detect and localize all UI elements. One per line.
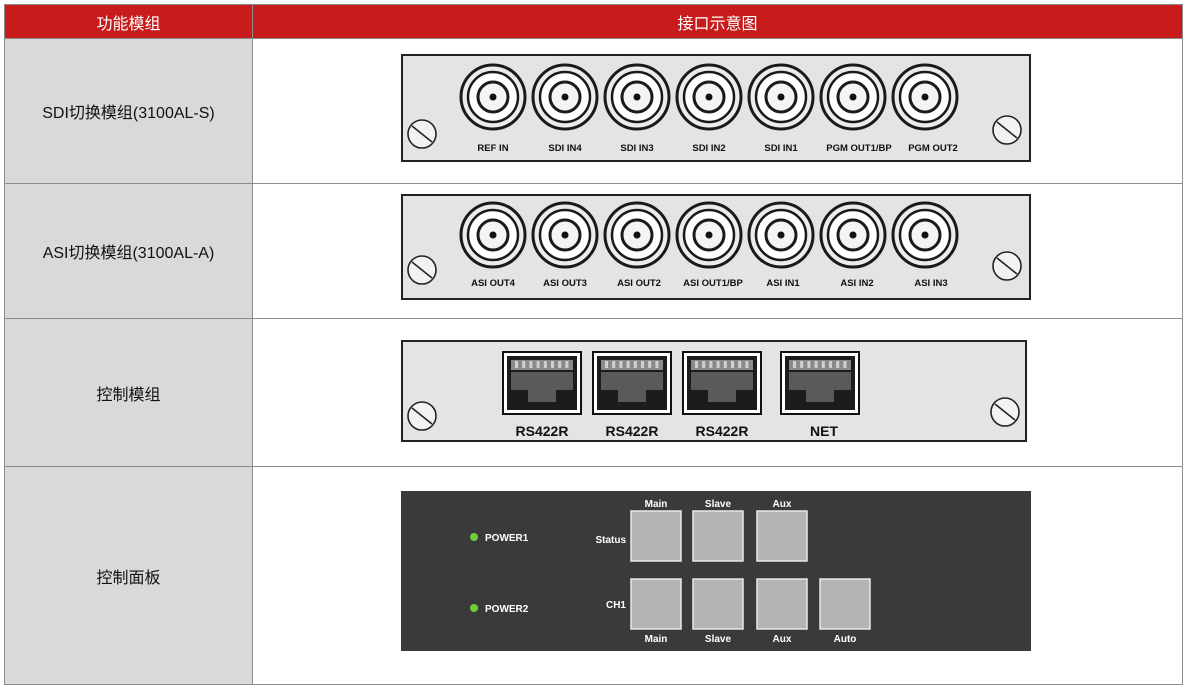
header-row: 功能模组 接口示意图 (4, 4, 1183, 39)
asi-diagram-cell: ASI OUT4 ASI OUT3 ASI OUT2 ASI OUT1/BP A… (252, 183, 1183, 319)
bnc-connector-icon (675, 201, 743, 269)
header-diagram: 接口示意图 (252, 4, 1183, 39)
port-label: SDI IN2 (692, 143, 725, 154)
rj45-port-icon (502, 351, 582, 415)
port-label: NET (810, 423, 838, 439)
port-label: ASI OUT1/BP (683, 278, 743, 289)
status-label: Status (595, 535, 626, 546)
port-label: PGM OUT1/BP (826, 143, 892, 154)
module-label-control: 控制模组 (4, 318, 253, 467)
ch1-aux-button[interactable] (756, 578, 808, 630)
port-label: ASI IN1 (766, 278, 800, 289)
rj45-port-icon (592, 351, 672, 415)
bnc-connector-icon (819, 201, 887, 269)
screw-left-icon (407, 255, 437, 285)
control-diagram-cell: RS422R RS422R RS422R NET (252, 318, 1183, 467)
status-aux-button[interactable] (756, 510, 808, 562)
port-label: ASI OUT4 (471, 278, 516, 289)
status-slave-button[interactable] (692, 510, 744, 562)
rj45-port-icon (682, 351, 762, 415)
bnc-connector-icon (747, 63, 815, 131)
port-label: ASI OUT2 (617, 278, 661, 289)
power1-label: POWER1 (485, 533, 529, 544)
port-label: SDI IN3 (620, 143, 653, 154)
ch1-label: CH1 (606, 600, 626, 611)
bnc-connector-icon (891, 201, 959, 269)
ch1-slave-label: Slave (705, 634, 732, 645)
status-slave-label: Slave (705, 499, 732, 510)
status-aux-label: Aux (773, 499, 792, 510)
port-label: RS422R (696, 423, 749, 439)
port-label: ASI IN2 (840, 278, 873, 289)
bnc-connector-icon (459, 63, 527, 131)
ch1-aux-label: Aux (773, 634, 792, 645)
header-module: 功能模组 (4, 4, 253, 39)
port-label: PGM OUT2 (908, 143, 958, 154)
table-row: SDI切换模组(3100AL-S) REF IN SDI IN4 SDI IN3… (4, 38, 1183, 184)
port-label: RS422R (606, 423, 659, 439)
ch1-auto-label: Auto (834, 634, 857, 645)
asi-module-plate: ASI OUT4 ASI OUT3 ASI OUT2 ASI OUT1/BP A… (401, 194, 1031, 300)
bnc-connector-icon (675, 63, 743, 131)
control-module-plate: RS422R RS422R RS422R NET (401, 340, 1027, 442)
screw-left-icon (407, 401, 437, 431)
table-row: 控制模组 RS422R RS422R RS422R NET (4, 318, 1183, 467)
module-label-panel: 控制面板 (4, 466, 253, 685)
bnc-connector-icon (459, 201, 527, 269)
power1-led-icon (470, 533, 478, 541)
screw-right-icon (990, 397, 1020, 427)
panel-diagram-cell: POWER1 POWER2 Status CH1 Main Slave Aux … (252, 466, 1183, 685)
port-label: ASI OUT3 (543, 278, 587, 289)
screw-left-icon (407, 119, 437, 149)
port-label: RS422R (516, 423, 569, 439)
port-label: ASI IN3 (914, 278, 947, 289)
screw-right-icon (992, 115, 1022, 145)
module-label-asi: ASI切换模组(3100AL-A) (4, 183, 253, 319)
bnc-connector-icon (603, 63, 671, 131)
power2-label: POWER2 (485, 604, 529, 615)
bnc-connector-icon (747, 201, 815, 269)
table-row: ASI切换模组(3100AL-A) ASI OUT4 ASI OUT3 ASI … (4, 183, 1183, 319)
sdi-module-plate: REF IN SDI IN4 SDI IN3 SDI IN2 SDI IN1 P… (401, 54, 1031, 162)
ch1-main-label: Main (645, 634, 668, 645)
module-label-sdi: SDI切换模组(3100AL-S) (4, 38, 253, 184)
bnc-connector-icon (531, 63, 599, 131)
bnc-connector-icon (603, 201, 671, 269)
status-main-label: Main (645, 499, 668, 510)
control-panel: POWER1 POWER2 Status CH1 Main Slave Aux … (401, 491, 1031, 651)
bnc-connector-icon (531, 201, 599, 269)
table-row: 控制面板 POWER1 POWER2 Status CH1 Main Slave… (4, 466, 1183, 685)
bnc-connector-icon (819, 63, 887, 131)
status-main-button[interactable] (630, 510, 682, 562)
port-label: SDI IN1 (764, 143, 798, 154)
port-label: SDI IN4 (548, 143, 582, 154)
port-label: REF IN (477, 143, 508, 154)
ch1-main-button[interactable] (630, 578, 682, 630)
bnc-connector-icon (891, 63, 959, 131)
sdi-diagram-cell: REF IN SDI IN4 SDI IN3 SDI IN2 SDI IN1 P… (252, 38, 1183, 184)
ch1-slave-button[interactable] (692, 578, 744, 630)
interface-table: 功能模组 接口示意图 SDI切换模组(3100AL-S) REF IN SDI … (4, 4, 1183, 685)
screw-right-icon (992, 251, 1022, 281)
power2-led-icon (470, 604, 478, 612)
rj45-port-icon (780, 351, 860, 415)
ch1-auto-button[interactable] (819, 578, 871, 630)
